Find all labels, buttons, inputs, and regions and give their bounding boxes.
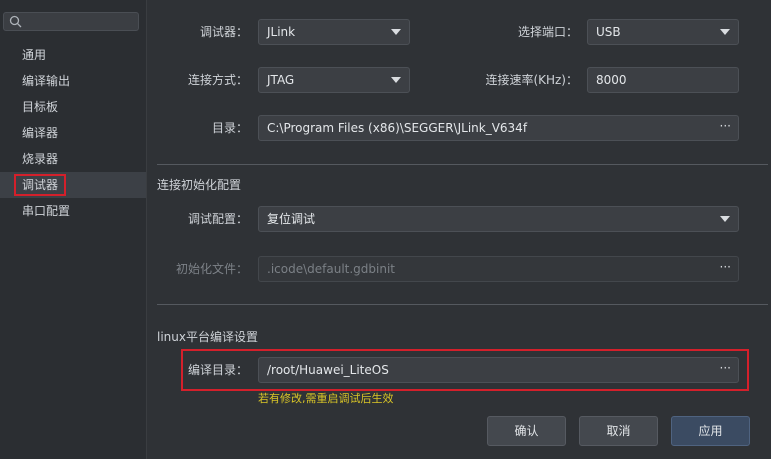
sidebar-item-build-output[interactable]: 编译输出	[0, 68, 146, 94]
divider	[157, 304, 768, 305]
divider	[157, 164, 768, 165]
sidebar-item-label: 编译输出	[22, 74, 71, 88]
init-file-label: 初始化文件：	[175, 262, 248, 276]
speed-input-value: 8000	[596, 73, 627, 87]
chevron-down-icon	[391, 29, 401, 35]
speed-label: 连接速率(KHz)：	[485, 73, 578, 87]
debug-config-label: 调试配置：	[187, 212, 248, 226]
chevron-down-icon	[720, 29, 730, 35]
init-file-input-value: .icode\default.gdbinit	[267, 262, 395, 276]
port-select-value: USB	[596, 25, 621, 39]
cancel-button[interactable]: 取消	[579, 416, 658, 446]
sidebar-nav: 通用 编译输出 目标板 编译器 烧录器 调试器 串口配置	[0, 42, 146, 224]
port-label: 选择端口：	[517, 25, 578, 39]
settings-window: 通用 编译输出 目标板 编译器 烧录器 调试器 串口配置 调试器： JLink …	[0, 0, 771, 459]
build-dir-label: 编译目录：	[187, 363, 248, 377]
init-file-input: .icode\default.gdbinit ···	[258, 256, 739, 282]
apply-button[interactable]: 应用	[671, 416, 750, 446]
speed-input[interactable]: 8000	[587, 67, 739, 93]
build-dir-input[interactable]: /root/Huawei_LiteOS ···	[258, 357, 739, 383]
sidebar-item-label: 通用	[22, 48, 47, 62]
build-dir-input-value: /root/Huawei_LiteOS	[267, 363, 389, 377]
browse-button: ···	[719, 260, 731, 274]
connect-mode-select-value: JTAG	[267, 73, 295, 87]
chevron-down-icon	[720, 216, 730, 222]
sidebar-item-compiler[interactable]: 编译器	[0, 120, 146, 146]
port-select[interactable]: USB	[587, 19, 739, 45]
linux-build-section-title: linux平台编译设置	[157, 330, 258, 344]
sidebar-item-label: 目标板	[22, 100, 59, 114]
sidebar-item-debugger[interactable]: 调试器	[0, 172, 146, 198]
sidebar-item-serial-config[interactable]: 串口配置	[0, 198, 146, 224]
sidebar-item-general[interactable]: 通用	[0, 42, 146, 68]
dir-input-value: C:\Program Files (x86)\SEGGER\JLink_V634…	[267, 121, 528, 135]
dir-input[interactable]: C:\Program Files (x86)\SEGGER\JLink_V634…	[258, 115, 739, 141]
browse-button[interactable]: ···	[720, 116, 731, 140]
sidebar-item-label: 串口配置	[22, 204, 71, 218]
dir-label: 目录：	[211, 121, 248, 135]
settings-sidebar: 通用 编译输出 目标板 编译器 烧录器 调试器 串口配置	[0, 0, 147, 459]
browse-button[interactable]: ···	[720, 358, 731, 382]
search-icon	[9, 15, 22, 28]
restart-hint: 若有修改,需重启调试后生效	[258, 392, 394, 405]
sidebar-item-burner[interactable]: 烧录器	[0, 146, 146, 172]
debug-config-select-value: 复位调试	[267, 212, 316, 226]
debugger-select[interactable]: JLink	[258, 19, 410, 45]
sidebar-item-label: 烧录器	[22, 152, 59, 166]
connect-mode-label: 连接方式：	[187, 73, 248, 87]
search-input[interactable]	[3, 12, 139, 31]
sidebar-item-target-board[interactable]: 目标板	[0, 94, 146, 120]
init-config-section-title: 连接初始化配置	[157, 178, 242, 192]
connect-mode-select[interactable]: JTAG	[258, 67, 410, 93]
sidebar-item-label: 编译器	[22, 126, 59, 140]
chevron-down-icon	[391, 77, 401, 83]
debug-config-select[interactable]: 复位调试	[258, 206, 739, 232]
sidebar-item-label: 调试器	[13, 174, 67, 196]
debugger-label: 调试器：	[199, 25, 248, 39]
debugger-select-value: JLink	[267, 25, 296, 39]
confirm-button[interactable]: 确认	[487, 416, 566, 446]
